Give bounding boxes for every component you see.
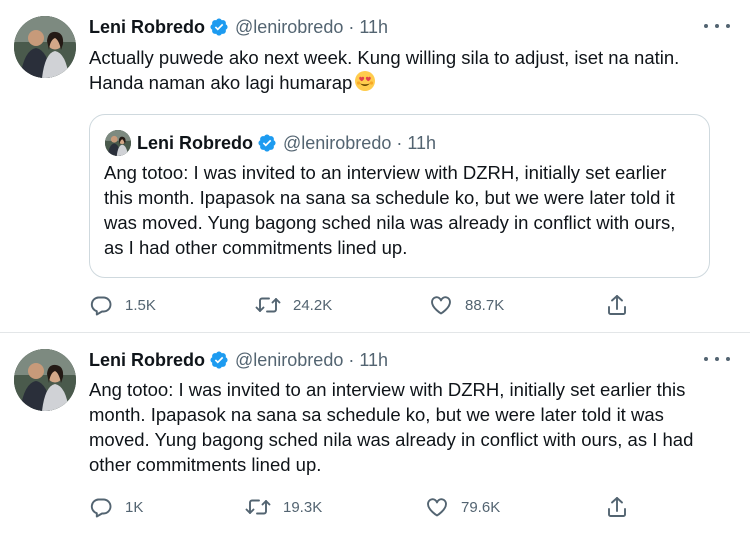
author-handle[interactable]: @lenirobredo bbox=[235, 350, 343, 371]
share-button[interactable] bbox=[605, 493, 629, 521]
timestamp[interactable]: 11h bbox=[359, 350, 388, 371]
heart-icon bbox=[429, 293, 453, 317]
separator: · bbox=[348, 349, 355, 370]
tweet[interactable]: Leni Robredo @lenirobredo · 11h Actually… bbox=[0, 0, 750, 333]
retweet-count: 24.2K bbox=[293, 296, 333, 314]
retweet-icon bbox=[245, 495, 271, 519]
like-count: 79.6K bbox=[461, 498, 501, 516]
action-bar: 1K 19.3K 79.6K bbox=[89, 493, 649, 521]
tweet-text: Ang totoo: I was invited to an interview… bbox=[89, 379, 694, 475]
heart-icon bbox=[425, 495, 449, 519]
quoted-author-name[interactable]: Leni Robredo bbox=[137, 133, 253, 154]
retweet-button[interactable]: 24.2K bbox=[255, 291, 332, 319]
separator: · bbox=[396, 132, 403, 153]
author-handle[interactable]: @lenirobredo bbox=[235, 17, 343, 38]
verified-badge-icon bbox=[209, 17, 229, 37]
quoted-tweet[interactable]: Leni Robredo @lenirobredo · 11h Ang toto… bbox=[89, 114, 710, 278]
share-button[interactable] bbox=[605, 291, 629, 319]
reply-button[interactable]: 1K bbox=[89, 493, 143, 521]
tweet-text: Actually puwede ako next week. Kung will… bbox=[89, 45, 729, 98]
quoted-header: Leni Robredo @lenirobredo · 11h bbox=[137, 129, 436, 157]
retweet-icon bbox=[255, 293, 281, 317]
like-count: 88.7K bbox=[465, 296, 505, 314]
separator: · bbox=[348, 16, 355, 37]
tweet-header: Leni Robredo @lenirobredo · 11h bbox=[89, 347, 388, 373]
verified-badge-icon bbox=[257, 133, 277, 153]
quoted-author-handle[interactable]: @lenirobredo bbox=[283, 133, 391, 154]
smiling-face-heart-eyes-icon bbox=[354, 70, 376, 98]
tweet[interactable]: Leni Robredo @lenirobredo · 11h Ang toto… bbox=[0, 333, 750, 539]
tweet-header: Leni Robredo @lenirobredo · 11h bbox=[89, 14, 388, 40]
reply-icon bbox=[89, 495, 113, 519]
retweet-button[interactable]: 19.3K bbox=[245, 493, 322, 521]
quoted-tweet-text: Ang totoo: I was invited to an interview… bbox=[104, 162, 676, 258]
avatar[interactable] bbox=[14, 349, 76, 411]
author-name[interactable]: Leni Robredo bbox=[89, 17, 205, 38]
reply-icon bbox=[89, 293, 113, 317]
share-icon bbox=[605, 293, 629, 317]
more-options-icon[interactable] bbox=[704, 349, 730, 369]
reply-count: 1.5K bbox=[125, 296, 156, 314]
verified-badge-icon bbox=[209, 350, 229, 370]
quoted-timestamp[interactable]: 11h bbox=[407, 133, 436, 154]
like-button[interactable]: 88.7K bbox=[429, 291, 504, 319]
author-name[interactable]: Leni Robredo bbox=[89, 350, 205, 371]
tweet-body: Actually puwede ako next week. Kung will… bbox=[89, 47, 680, 93]
quoted-avatar[interactable] bbox=[105, 130, 131, 156]
like-button[interactable]: 79.6K bbox=[425, 493, 500, 521]
timestamp[interactable]: 11h bbox=[359, 17, 388, 38]
reply-count: 1K bbox=[125, 498, 144, 516]
action-bar: 1.5K 24.2K 88.7K bbox=[89, 291, 649, 319]
avatar[interactable] bbox=[14, 16, 76, 78]
retweet-count: 19.3K bbox=[283, 498, 323, 516]
more-options-icon[interactable] bbox=[704, 16, 730, 36]
reply-button[interactable]: 1.5K bbox=[89, 291, 156, 319]
share-icon bbox=[605, 495, 629, 519]
